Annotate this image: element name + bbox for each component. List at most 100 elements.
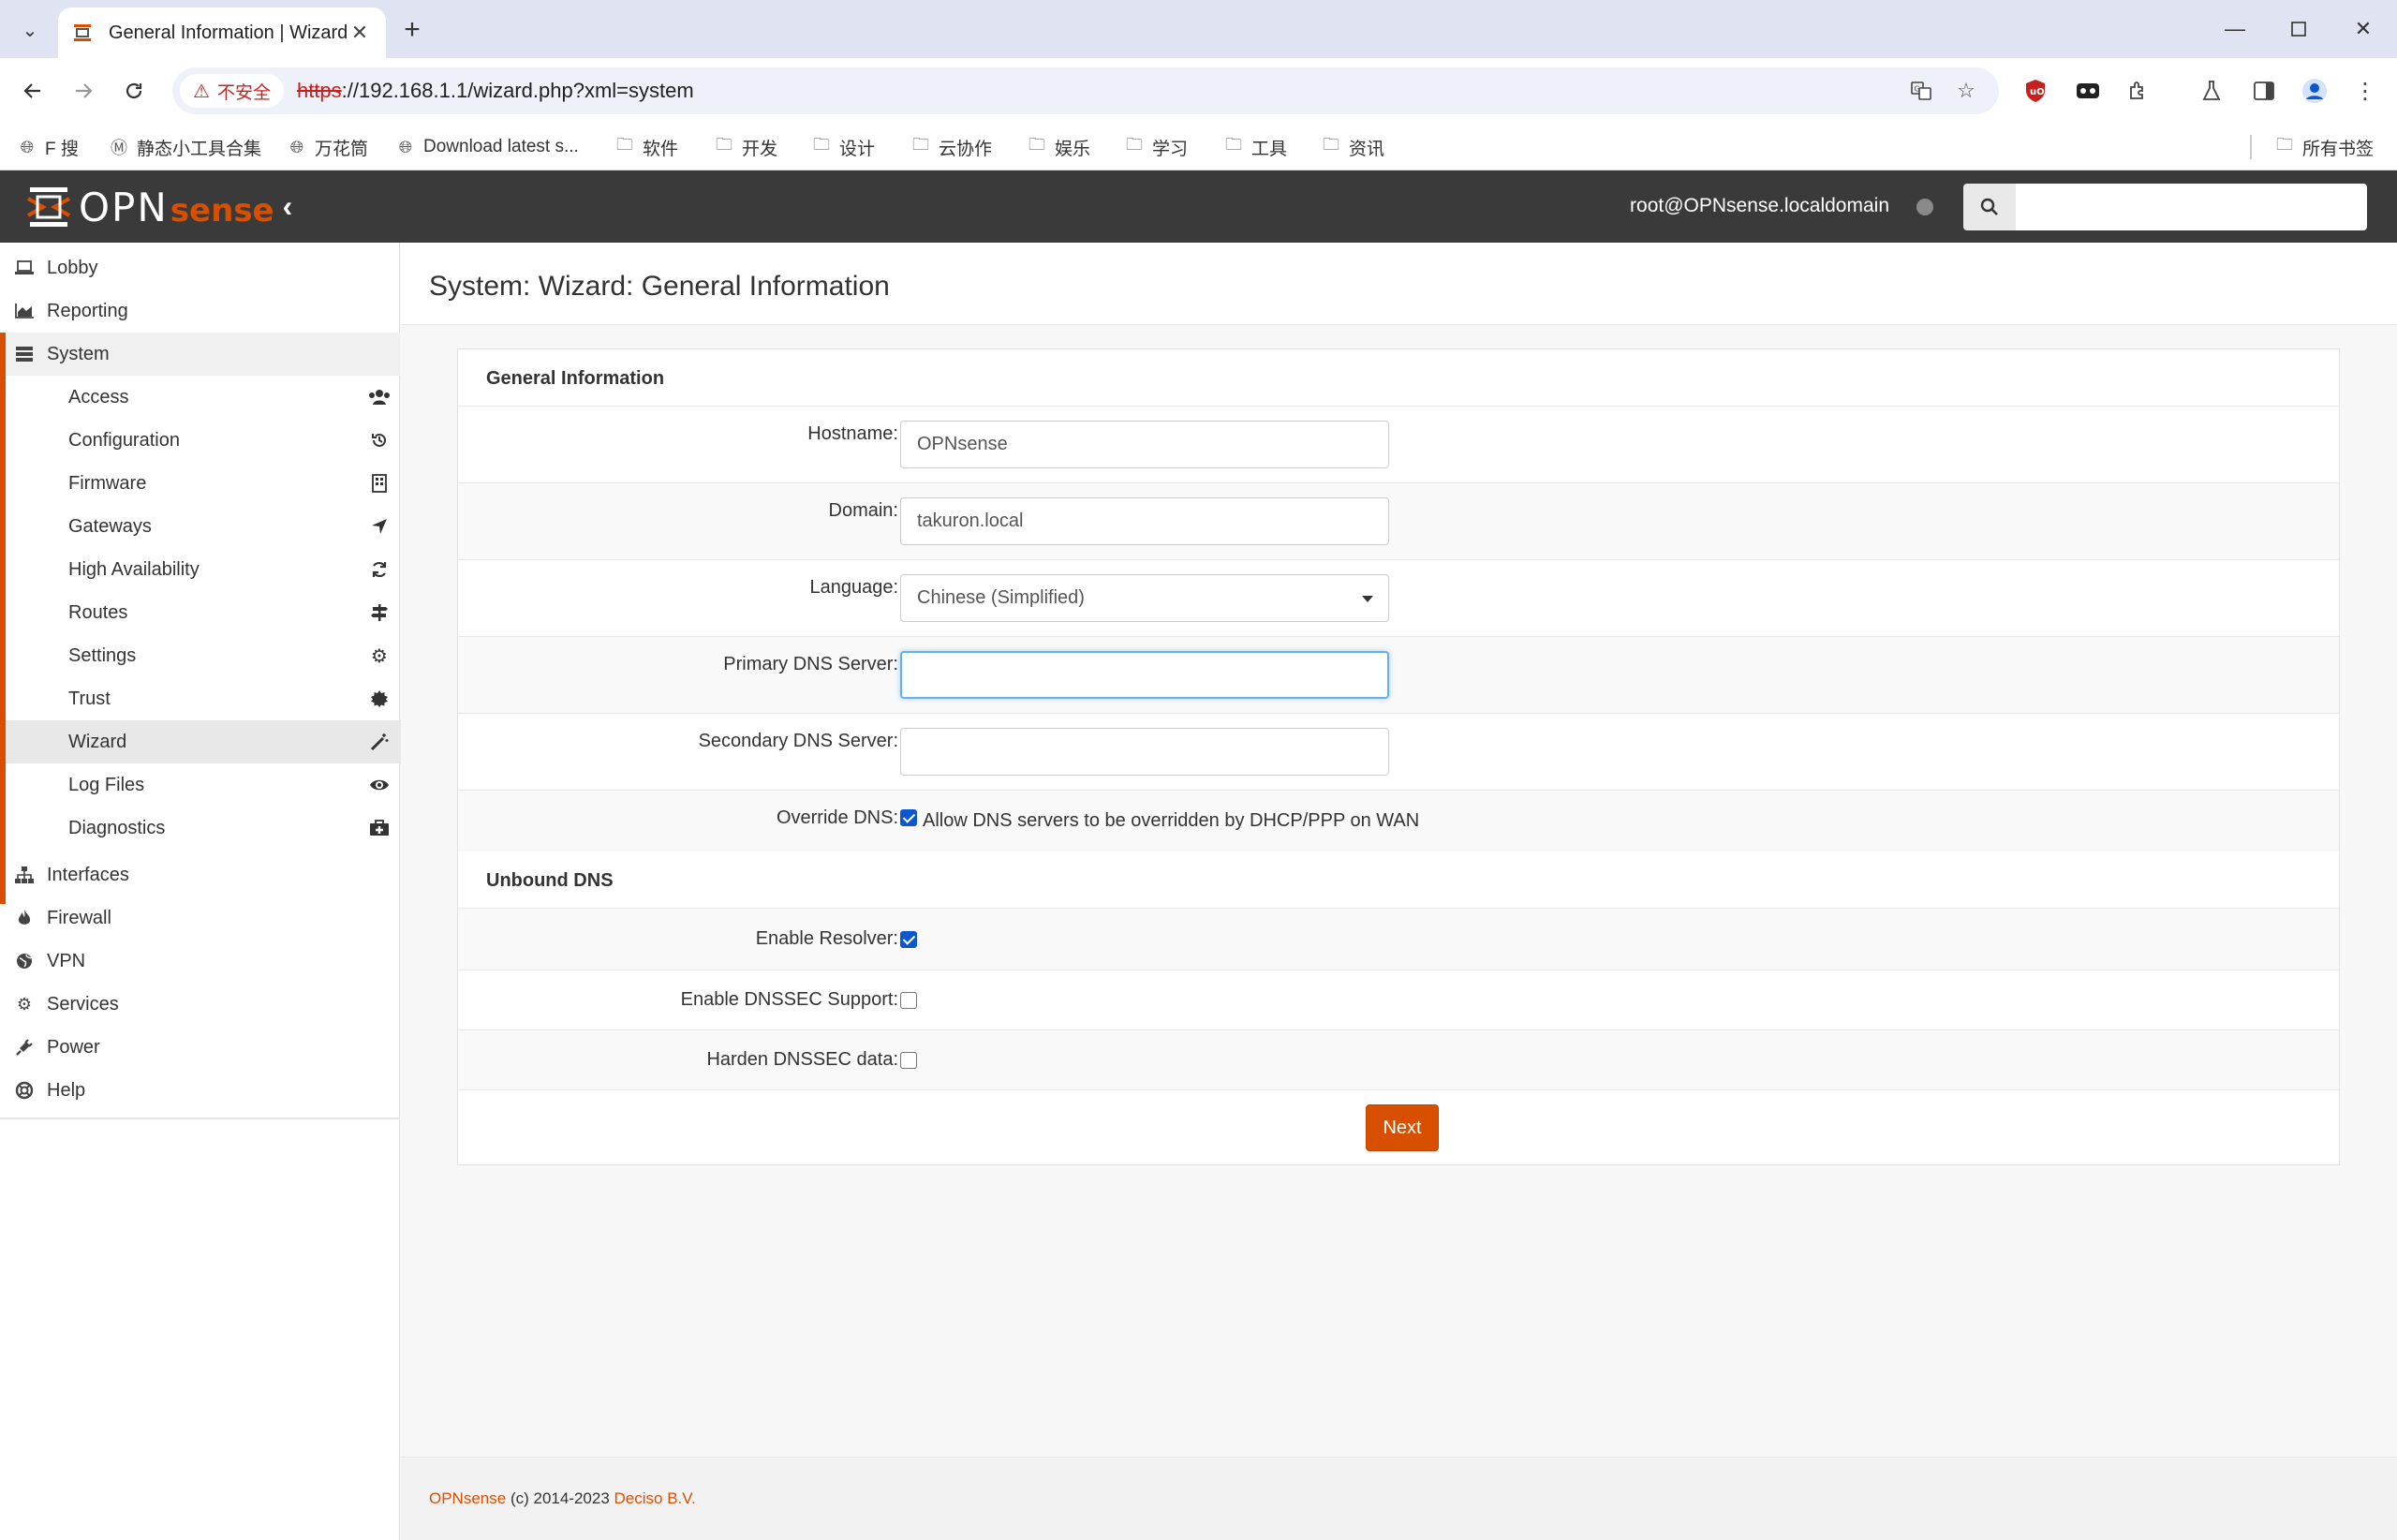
bookmark-folder[interactable]: 🗀 云协作 (910, 131, 992, 163)
next-button[interactable]: Next (1366, 1104, 1439, 1151)
sidebar-item-configuration[interactable]: Configuration (6, 419, 406, 462)
bookmark-item[interactable]: Ⓜ 静态小工具合集 (109, 131, 261, 163)
primary-dns-input[interactable] (900, 651, 1389, 699)
map-signs-icon (367, 601, 392, 624)
section-title-general: General Information (486, 368, 665, 389)
sidebar-item-reporting[interactable]: Reporting (0, 289, 400, 333)
bookmark-folder[interactable]: 🗀 软件 (614, 131, 678, 163)
bookmark-folder[interactable]: 🗀 设计 (811, 131, 875, 163)
folder-icon: 🗀 (1225, 135, 1242, 154)
history-icon (367, 429, 392, 452)
folder-icon: 🗀 (716, 135, 732, 154)
domain-input[interactable] (900, 497, 1389, 545)
url-text[interactable]: https://192.168.1.1/wizard.php?xml=syste… (297, 79, 694, 103)
harden-dnssec-checkbox[interactable] (900, 1052, 917, 1069)
hostname-input[interactable] (900, 421, 1389, 468)
browser-tab-bar: ⌄ General Information | Wizard ✕ + — ✕ (0, 0, 2397, 58)
reload-icon[interactable] (114, 71, 154, 111)
language-select[interactable]: Chinese (Simplified) (900, 574, 1389, 622)
main-content: System: Wizard: General Information Gene… (401, 243, 2397, 1540)
back-icon[interactable] (13, 71, 52, 111)
header-search (1963, 184, 2367, 230)
sidebar-item-trust[interactable]: Trust (6, 677, 406, 720)
medkit-icon (367, 817, 392, 839)
search-input[interactable] (2016, 184, 2367, 230)
opnsense-logo[interactable]: OPN sense (26, 185, 274, 230)
sitemap-icon (13, 864, 36, 886)
sidebar-item-log-files[interactable]: Log Files (6, 763, 406, 807)
primary-dns-label: Primary DNS Server: (723, 654, 898, 674)
url-rest: ://192.168.1.1/wizard.php?xml=system (341, 79, 694, 102)
bookmark-item[interactable]: 🌐︎ Download latest s... (395, 131, 579, 163)
sidebar-item-settings[interactable]: Settings ⚙︎ (6, 634, 406, 677)
override-dns-checkbox[interactable] (900, 809, 917, 826)
address-bar[interactable]: ⚠ 不安全 https://192.168.1.1/wizard.php?xml… (172, 67, 1999, 114)
secondary-dns-input[interactable] (900, 728, 1389, 776)
bookmark-item[interactable]: 🌐︎ F 搜 (17, 131, 79, 163)
bookmark-item[interactable]: 🌐︎ 万花筒 (287, 131, 368, 163)
life-ring-icon (13, 1079, 36, 1102)
enable-dnssec-checkbox[interactable] (900, 992, 917, 1009)
bookmark-folder[interactable]: 🗀 娱乐 (1027, 131, 1090, 163)
laptop-icon (13, 257, 36, 279)
sidebar-item-firmware[interactable]: Firmware (6, 462, 406, 505)
all-bookmarks-folder[interactable]: 🗀 所有书签 (2274, 131, 2374, 163)
sidebar-item-help[interactable]: Help (0, 1069, 400, 1112)
insecure-chip[interactable]: ⚠ 不安全 (180, 74, 284, 108)
location-arrow-icon (367, 515, 392, 538)
footer-brand-link[interactable]: OPNsense (429, 1489, 506, 1507)
maximize-icon[interactable] (2280, 13, 2317, 45)
side-panel-icon[interactable] (2244, 71, 2284, 111)
sidebar-item-system[interactable]: System (0, 333, 400, 376)
ublock-icon[interactable]: uO (2016, 71, 2055, 111)
bookmark-star-icon[interactable]: ☆ (1950, 75, 1982, 107)
browser-tab-active[interactable]: General Information | Wizard ✕ (58, 7, 386, 58)
bookmark-folder[interactable]: 🗀 工具 (1223, 131, 1287, 163)
sidebar-item-power[interactable]: Power (0, 1026, 400, 1069)
status-indicator-icon[interactable] (1916, 199, 1933, 215)
labs-flask-icon[interactable] (2192, 71, 2231, 111)
sidebar-item-routes[interactable]: Routes (6, 591, 406, 634)
tab-search-dropdown-icon[interactable]: ⌄ (13, 15, 47, 45)
sidebar-item-vpn[interactable]: VPN (0, 940, 400, 983)
profile-avatar-icon[interactable] (2295, 71, 2334, 111)
sidebar-item-high-availability[interactable]: High Availability (6, 548, 406, 591)
translate-icon[interactable]: G (1905, 75, 1937, 107)
tab-close-icon[interactable]: ✕ (347, 20, 373, 46)
bookmark-folder[interactable]: 🗀 开发 (714, 131, 777, 163)
bookmark-folder[interactable]: 🗀 资讯 (1321, 131, 1384, 163)
sidebar-item-interfaces[interactable]: Interfaces (0, 853, 400, 896)
system-submenu: Access Configuration Firmware Gateways H… (0, 376, 406, 904)
cogs-icon: ⚙︎ (371, 645, 388, 667)
sidebar-item-wizard[interactable]: Wizard (6, 720, 406, 763)
chevron-down-icon (1362, 596, 1373, 602)
row-primary-dns: Primary DNS Server: (458, 636, 2339, 713)
plug-icon (13, 1036, 36, 1059)
fire-icon (13, 907, 36, 929)
insecure-label: 不安全 (216, 82, 271, 103)
users-icon (367, 386, 392, 408)
sidebar-item-gateways[interactable]: Gateways (6, 505, 406, 548)
new-tab-icon[interactable]: + (395, 13, 429, 47)
enable-resolver-checkbox[interactable] (900, 931, 917, 948)
collapse-sidebar-chevron-icon[interactable]: ‹ (272, 189, 303, 223)
extensions-puzzle-icon[interactable] (2119, 71, 2158, 111)
sidebar-item-access[interactable]: Access (6, 376, 406, 419)
sidebar-item-lobby[interactable]: Lobby (0, 246, 400, 289)
bookmark-folder[interactable]: 🗀 学习 (1124, 131, 1188, 163)
extension-glasses-icon[interactable] (2068, 71, 2108, 111)
section-header-unbound: Unbound DNS (458, 851, 2339, 908)
opnsense-header: OPN sense ‹ root@OPNsense.localdomain (0, 170, 2397, 243)
minimize-icon[interactable]: — (2216, 13, 2254, 45)
sidebar-item-diagnostics[interactable]: Diagnostics (6, 807, 406, 850)
folder-icon: 🗀 (1028, 135, 1045, 154)
logged-in-user[interactable]: root@OPNsense.localdomain (1630, 195, 1889, 217)
footer-company-link[interactable]: Deciso B.V. (614, 1489, 696, 1507)
opnsense-logo-mark-icon (26, 185, 71, 229)
search-icon[interactable] (1963, 184, 2016, 230)
sidebar-item-firewall[interactable]: Firewall (0, 896, 400, 940)
close-window-icon[interactable]: ✕ (2345, 13, 2382, 45)
forward-icon[interactable] (64, 71, 103, 111)
sidebar-item-services[interactable]: ⚙︎ Services (0, 983, 400, 1026)
browser-menu-icon[interactable]: ⋮ (2345, 71, 2385, 111)
